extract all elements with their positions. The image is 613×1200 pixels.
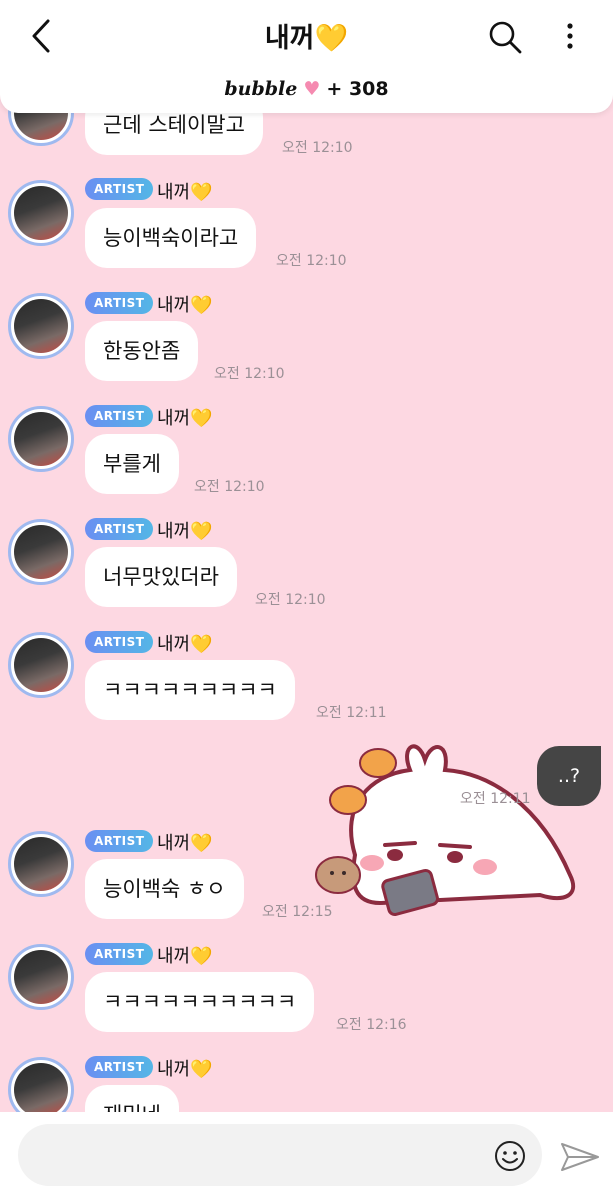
artist-name: 내꺼💛 [157,182,213,203]
artist-badge: ARTIST [85,830,154,852]
avatar[interactable] [8,944,74,1010]
message-time: 오전 12:11 [316,705,387,721]
artist-name: 내꺼💛 [157,833,213,854]
message-time: 오전 12:10 [276,253,347,269]
avatar[interactable] [8,831,74,897]
send-icon[interactable] [560,1140,600,1174]
more-icon[interactable] [558,18,582,54]
avatar[interactable] [8,632,74,698]
avatar[interactable] [8,519,74,585]
artist-badge: ARTIST [85,518,154,540]
artist-badge: ARTIST [85,631,154,653]
my-message-bubble: ..? [537,746,601,806]
message-composer [0,1112,613,1200]
message-time: 오전 12:10 [214,366,285,382]
message-bubble: ㅋㅋㅋㅋㅋㅋㅋㅋㅋ [85,660,295,720]
message-time: 오전 12:10 [255,592,326,608]
artist-name: 내꺼💛 [157,521,213,542]
emoji-icon[interactable] [494,1140,526,1172]
avatar[interactable] [8,293,74,359]
artist-name: 내꺼💛 [157,634,213,655]
message-input[interactable] [18,1124,542,1186]
message-bubble: 부를게 [85,434,179,494]
message-bubble: 능이백숙이라고 [85,208,257,268]
message-time: 오전 12:10 [194,479,265,495]
subscriber-count: + 308 [326,78,389,100]
message-time: 오전 12:16 [336,1017,407,1033]
artist-badge: ARTIST [85,943,154,965]
artist-badge: ARTIST [85,405,154,427]
subscription-info: bubble ♥ + 308 [0,78,613,100]
message-bubble: 한동안좀 [85,321,199,381]
artist-name: 내꺼💛 [157,946,213,967]
artist-name: 내꺼💛 [157,408,213,429]
artist-name: 내꺼💛 [157,295,213,316]
avatar[interactable] [8,180,74,246]
heart-icon: ♥ [303,78,321,100]
artist-badge: ARTIST [85,1056,154,1078]
message-bubble: 너무맛있더라 [85,547,237,607]
message-bubble: 능이백숙 ㅎㅇ [85,859,244,919]
chat-header: 내꺼💛 bubble ♥ + 308 [0,0,613,113]
artist-badge: ARTIST [85,292,154,314]
artist-name: 내꺼💛 [157,1059,213,1080]
avatar[interactable] [8,406,74,472]
search-icon[interactable] [488,20,522,54]
my-message-time: 오전 12:11 [460,791,531,807]
brand-logo: bubble [224,78,298,100]
artist-badge: ARTIST [85,178,154,200]
message-time: 오전 12:15 [262,904,333,920]
message-time: 오전 12:10 [282,140,353,156]
message-bubble: ㅋㅋㅋㅋㅋㅋㅋㅋㅋㅋ [85,972,315,1032]
